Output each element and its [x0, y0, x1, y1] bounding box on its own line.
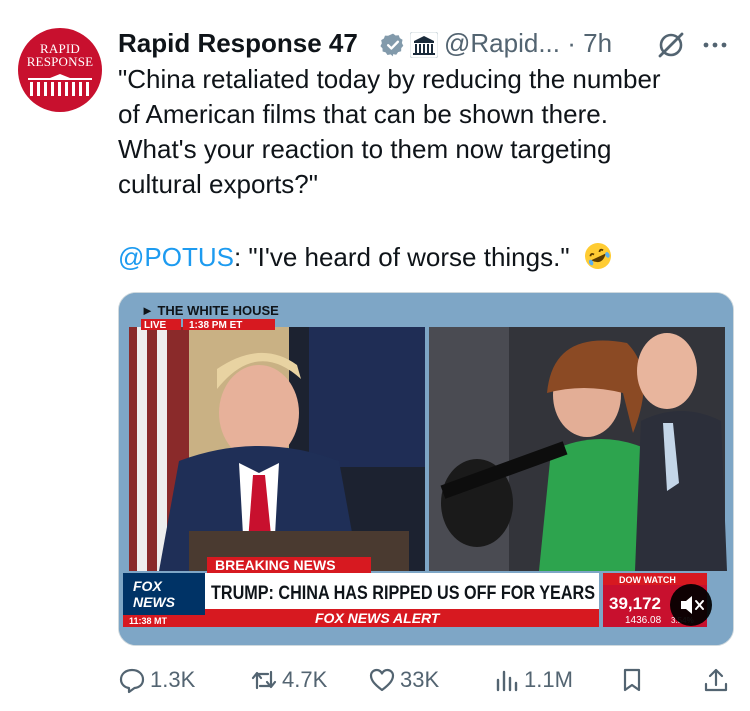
- live-time: 1:38 PM ET: [189, 320, 242, 331]
- breaking-news-label: BREAKING NEWS: [215, 557, 336, 573]
- reply-icon: [119, 668, 145, 694]
- tweet-text: "China retaliated today by reducing the …: [118, 64, 661, 199]
- live-label: LIVE: [144, 320, 167, 331]
- tweet-card[interactable]: RAPID RESPONSE Rapid Response 47 @Rapid.…: [0, 0, 750, 711]
- author-name[interactable]: Rapid Response 47: [118, 28, 358, 59]
- more-options-icon[interactable]: [700, 30, 730, 60]
- fox-logo-line2: NEWS: [133, 594, 176, 610]
- bookmark-icon: [623, 668, 641, 692]
- repost-count: 4.7K: [282, 667, 328, 692]
- views-count: 1.1M: [524, 667, 573, 692]
- share-button[interactable]: [702, 662, 732, 698]
- author-handle[interactable]: @Rapid... · 7h: [444, 28, 612, 59]
- white-house-icon: [28, 74, 92, 96]
- reply-count: 1.3K: [150, 667, 196, 692]
- heart-icon: [369, 668, 395, 692]
- repost-icon: [251, 670, 277, 690]
- clock-text: 11:38 MT: [129, 616, 168, 626]
- dow-label: DOW WATCH: [619, 575, 676, 585]
- tweet-actions: 1.3K 4.7K 33K 1.1M: [118, 662, 738, 698]
- rolling-on-floor-laughing-emoji-icon: [584, 243, 611, 269]
- alert-label: FOX NEWS ALERT: [315, 610, 441, 626]
- like-count: 33K: [400, 667, 440, 692]
- network-label: ► THE WHITE HOUSE: [141, 303, 279, 318]
- video-media[interactable]: ► THE WHITE HOUSE LIVE 1:38 PM ET BREAKI…: [118, 292, 734, 646]
- avatar-logo-text: RAPID RESPONSE: [26, 41, 94, 69]
- headline-text: TRUMP: CHINA HAS RIPPED US OFF FOR YEARS: [211, 583, 595, 604]
- tweet-header: Rapid Response 47 @Rapid... · 7h: [118, 24, 738, 64]
- share-icon: [704, 668, 728, 692]
- grok-icon[interactable]: [656, 30, 686, 60]
- views-chart-icon: [496, 670, 518, 692]
- bookmark-button[interactable]: [618, 662, 648, 698]
- mention-link[interactable]: @POTUS: [118, 242, 234, 272]
- government-affiliation-icon: [410, 32, 438, 58]
- fox-logo-line1: FOX: [133, 578, 163, 594]
- video-frame[interactable]: ► THE WHITE HOUSE LIVE 1:38 PM ET BREAKI…: [119, 293, 733, 645]
- tweet-reply-line: @POTUS: "I've heard of worse things.": [118, 240, 738, 275]
- tweet-time: 7h: [583, 28, 613, 58]
- dow-value: 39,172: [609, 594, 661, 613]
- dow-change: 1436.08: [625, 615, 662, 626]
- mute-toggle-icon[interactable]: [670, 584, 712, 626]
- avatar[interactable]: RAPID RESPONSE: [18, 28, 102, 112]
- verified-badge-icon: [380, 33, 404, 57]
